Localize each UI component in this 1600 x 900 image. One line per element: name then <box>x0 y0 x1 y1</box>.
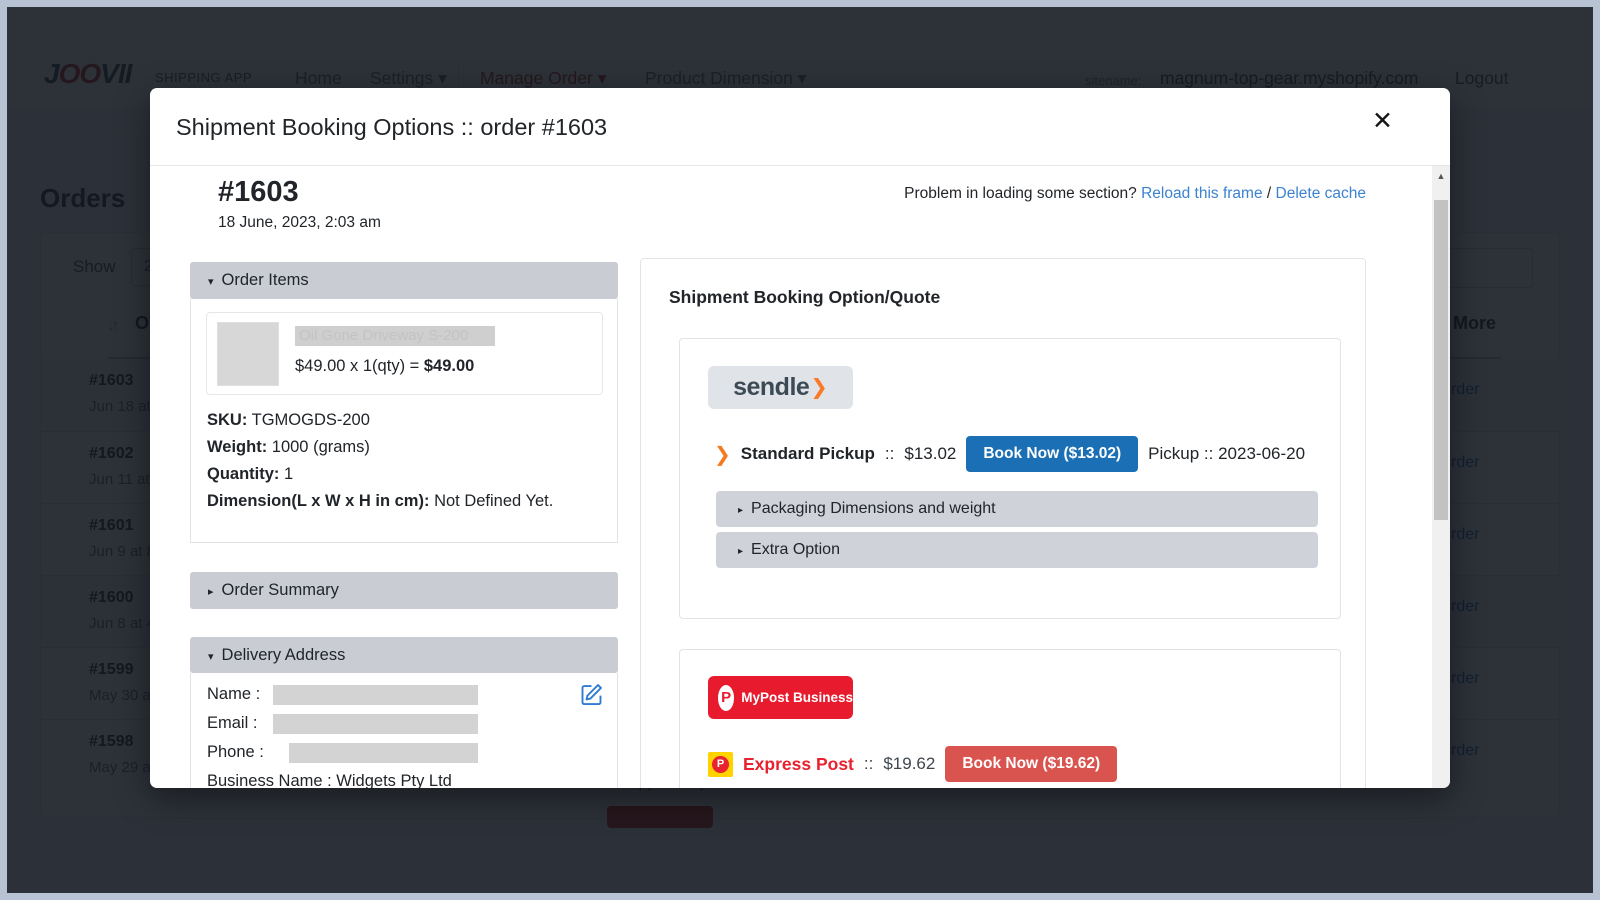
service-price: $19.62 <box>883 754 935 774</box>
product-price-line: $49.00 x 1(qty) = $49.00 <box>295 357 474 376</box>
app-window: JOOVII SHIPPING APP Home Settings ▾ Mana… <box>0 0 1600 900</box>
order-number-heading: #1603 <box>218 176 299 209</box>
reload-frame-link[interactable]: Reload this frame <box>1141 185 1262 202</box>
caret-down-icon: ▾ <box>208 276 214 288</box>
dimension-line: Dimension(L x W x H in cm): Not Defined … <box>207 488 553 515</box>
modal-scrollbar[interactable]: ▲ <box>1432 166 1450 788</box>
name-label: Name : <box>207 685 260 704</box>
product-name-redacted: Oil Gone Driveway S-200 <box>295 326 495 346</box>
book-now-mypost-button[interactable]: Book Now ($19.62) <box>945 746 1117 782</box>
order-date-heading: 18 June, 2023, 2:03 am <box>218 214 381 232</box>
packaging-dimensions-accordion[interactable]: ▸ Packaging Dimensions and weight <box>716 491 1318 527</box>
problem-text: Problem in loading some section? <box>904 185 1137 202</box>
modal-header-divider <box>150 165 1450 166</box>
order-items-header[interactable]: ▾ Order Items <box>190 262 618 299</box>
sendle-carrier-card: sendle❯ ❯ Standard Pickup :: $13.02 Book… <box>679 338 1341 619</box>
shipment-booking-modal: Shipment Booking Options :: order #1603 … <box>150 88 1450 788</box>
mypost-quote-row: P Express Post :: $19.62 Book Now ($19.6… <box>708 745 1117 783</box>
sku-line: SKU: TGMOGDS-200 <box>207 407 553 434</box>
service-price: $13.02 <box>904 444 956 464</box>
mypost-carrier-card: P MyPost Business P Express Post :: $19.… <box>679 649 1341 788</box>
frame-problem-line: Problem in loading some section? Reload … <box>800 185 1366 203</box>
order-summary-header[interactable]: ▸ Order Summary <box>190 572 618 609</box>
name-value-redacted <box>273 685 478 705</box>
scrollbar-up-icon[interactable]: ▲ <box>1432 166 1450 186</box>
service-name: Standard Pickup <box>741 444 875 464</box>
sendle-logo: sendle❯ <box>708 366 853 409</box>
weight-line: Weight: 1000 (grams) <box>207 434 553 461</box>
service-separator: :: <box>864 754 873 774</box>
caret-right-icon: ▸ <box>738 546 743 557</box>
pickup-date-info: Pickup :: 2023-06-20 <box>1148 444 1305 464</box>
edit-address-icon[interactable] <box>578 681 605 713</box>
caret-right-icon: ▸ <box>738 505 743 516</box>
mypost-business-logo: P MyPost Business <box>708 676 853 719</box>
sendle-wordmark: sendle <box>733 373 809 402</box>
sendle-chevron-icon: ❯ <box>810 375 828 400</box>
delivery-address-header[interactable]: ▾ Delivery Address <box>190 637 618 673</box>
caret-down-icon: ▾ <box>208 651 214 663</box>
modal-title: Shipment Booking Options :: order #1603 <box>176 114 607 141</box>
auspost-p-icon: P <box>718 685 734 711</box>
delivery-address-label: Delivery Address <box>222 646 346 664</box>
sendle-quote-row: ❯ Standard Pickup :: $13.02 Book Now ($1… <box>714 435 1305 473</box>
caret-right-icon: ▸ <box>208 586 214 598</box>
orange-chevron-icon: ❯ <box>714 442 731 467</box>
order-summary-label: Order Summary <box>222 581 339 599</box>
auspost-p-glyph: P <box>712 756 729 773</box>
quantity-line: Quantity: 1 <box>207 461 553 488</box>
booking-quote-card: Shipment Booking Option/Quote sendle❯ ❯ … <box>640 258 1366 788</box>
service-name: Express Post <box>743 754 854 775</box>
extra-option-accordion[interactable]: ▸ Extra Option <box>716 532 1318 568</box>
book-now-sendle-button[interactable]: Book Now ($13.02) <box>966 436 1138 472</box>
auspost-icon: P <box>708 752 733 777</box>
quote-heading: Shipment Booking Option/Quote <box>669 287 940 308</box>
order-items-body: Oil Gone Driveway S-200 $49.00 x 1(qty) … <box>190 299 618 543</box>
delivery-address-panel: ▾ Delivery Address Name : Email : Phone :… <box>190 637 618 788</box>
delivery-address-body: Name : Email : Phone : Business Name : W… <box>190 673 618 788</box>
delete-cache-link[interactable]: Delete cache <box>1276 185 1366 202</box>
packaging-dimensions-label: Packaging Dimensions and weight <box>751 500 996 517</box>
order-items-panel: ▾ Order Items Oil Gone Driveway S-200 $49… <box>190 262 618 543</box>
service-separator: :: <box>885 444 894 464</box>
close-icon[interactable]: ✕ <box>1372 106 1393 136</box>
phone-value-redacted <box>289 743 478 763</box>
email-value-redacted <box>273 714 478 734</box>
business-name-line: Business Name : Widgets Pty Ltd <box>207 772 452 788</box>
email-label: Email : <box>207 714 257 733</box>
extra-option-label: Extra Option <box>751 541 840 558</box>
product-card: Oil Gone Driveway S-200 $49.00 x 1(qty) … <box>206 312 603 395</box>
order-items-label: Order Items <box>222 271 309 289</box>
scrollbar-thumb[interactable] <box>1434 200 1448 520</box>
phone-label: Phone : <box>207 743 264 762</box>
link-separator: / <box>1267 185 1271 202</box>
product-image <box>217 322 279 386</box>
mypost-wordmark: MyPost Business <box>741 690 853 705</box>
product-info-list: SKU: TGMOGDS-200 Weight: 1000 (grams) Qu… <box>207 407 553 515</box>
price-total: $49.00 <box>424 357 474 375</box>
